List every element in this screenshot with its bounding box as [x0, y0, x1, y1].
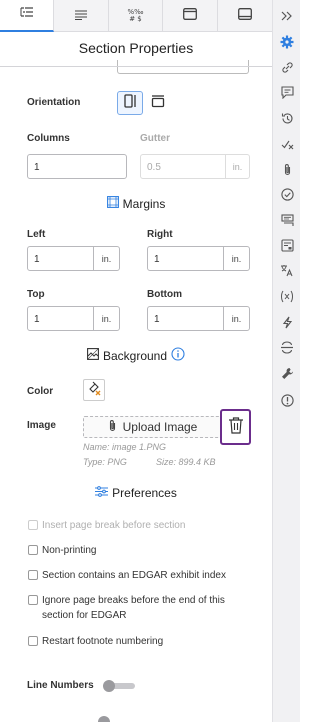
upload-image-button[interactable]: Upload Image: [83, 416, 222, 438]
collapse-chevrons-icon[interactable]: [273, 6, 301, 26]
left-margin-unit: in.: [93, 246, 120, 271]
scrolled-input-remnant: [117, 60, 249, 74]
columns-input[interactable]: 1: [27, 154, 127, 179]
tab-paragraph[interactable]: [54, 0, 109, 32]
bottom-margin-unit: in.: [223, 306, 250, 331]
bottom-margin-input[interactable]: 1: [147, 306, 224, 331]
image-file-size: Size: 899.4 KB: [156, 457, 216, 467]
top-margin-input[interactable]: 1: [27, 306, 94, 331]
upload-image-label: Upload Image: [122, 420, 198, 434]
tab-page[interactable]: [218, 0, 272, 32]
gutter-label: Gutter: [140, 133, 170, 144]
left-margin-input[interactable]: 1: [27, 246, 94, 271]
checkbox[interactable]: [28, 636, 38, 646]
line-numbers-toggle[interactable]: [103, 680, 135, 692]
image-label: Image: [27, 420, 56, 431]
number-format-icon: %‰ # $: [127, 8, 144, 23]
columns-label: Columns: [27, 133, 70, 144]
track-changes-icon[interactable]: [273, 133, 301, 153]
formula-icon[interactable]: [273, 286, 301, 306]
right-margin-unit: in.: [223, 246, 250, 271]
panel-title: Section Properties: [78, 40, 194, 56]
landscape-icon: [151, 94, 165, 113]
pref-edgar-exhibit-index-label: Section contains an EDGAR exhibit index: [42, 570, 226, 581]
bottom-margin-label: Bottom: [147, 289, 182, 300]
toggle-knob: [103, 680, 115, 692]
right-margin-input[interactable]: 1: [147, 246, 224, 271]
lightning-icon[interactable]: [273, 312, 301, 332]
paragraph-icon: [75, 7, 88, 25]
color-label: Color: [27, 386, 54, 397]
checkbox[interactable]: [28, 570, 38, 580]
orientation-label: Orientation: [27, 97, 81, 108]
pref-edgar-exhibit-index[interactable]: Section contains an EDGAR exhibit index: [28, 568, 258, 583]
image-file-type: Type: PNG: [83, 457, 127, 467]
delete-image-button[interactable]: [220, 409, 251, 445]
left-margin-label: Left: [27, 229, 46, 240]
properties-tabs: %‰ # $: [0, 0, 272, 32]
preferences-heading-text: Preferences: [112, 486, 177, 500]
pref-restart-footnote[interactable]: Restart footnote numbering: [28, 634, 258, 649]
checkbox: [28, 520, 38, 530]
checkbox[interactable]: [28, 595, 38, 605]
portrait-icon: [123, 93, 137, 113]
partial-toggle-knob: [98, 716, 110, 722]
pref-non-printing[interactable]: Non-printing: [28, 543, 258, 558]
no-color-icon: [86, 380, 102, 401]
gear-icon[interactable]: [273, 32, 301, 52]
margins-heading: Margins: [0, 196, 272, 211]
wrench-icon[interactable]: [273, 363, 301, 383]
check-circle-icon[interactable]: [273, 184, 301, 204]
page-icon: [237, 7, 252, 25]
history-icon[interactable]: [273, 108, 301, 128]
tab-outline[interactable]: [0, 0, 55, 32]
margins-heading-text: Margins: [122, 196, 166, 211]
form-icon[interactable]: [273, 235, 301, 255]
margins-icon: [106, 196, 119, 211]
paperclip-icon: [108, 419, 117, 435]
background-heading: Background: [0, 347, 272, 364]
link-icon[interactable]: [273, 57, 301, 77]
pref-insert-page-break-label: Insert page break before section: [42, 520, 186, 531]
pref-restart-footnote-label: Restart footnote numbering: [42, 636, 164, 647]
pref-insert-page-break: Insert page break before section: [28, 518, 258, 533]
section-icon: [182, 7, 197, 25]
stacked-comments-icon[interactable]: [273, 210, 301, 230]
translate-icon[interactable]: [273, 260, 301, 280]
preferences-heading: Preferences: [0, 486, 272, 500]
tab-section[interactable]: [163, 0, 218, 32]
background-heading-text: Background: [102, 348, 168, 363]
pref-ignore-page-breaks[interactable]: Ignore page breaks before the end of thi…: [28, 593, 250, 623]
top-margin-unit: in.: [93, 306, 120, 331]
checkbox[interactable]: [28, 545, 38, 555]
attachment-icon[interactable]: [273, 159, 301, 179]
title-divider: [0, 66, 272, 67]
right-tool-rail: [272, 0, 300, 722]
pref-non-printing-label: Non-printing: [42, 545, 97, 556]
preferences-icon: [95, 486, 109, 500]
top-margin-label: Top: [27, 289, 45, 300]
alert-icon[interactable]: [273, 390, 301, 410]
gutter-input: 0.5: [140, 154, 226, 179]
color-picker-button[interactable]: [83, 379, 105, 401]
mask-icon[interactable]: [273, 337, 301, 357]
line-numbers-label: Line Numbers: [27, 680, 94, 691]
gutter-unit: in.: [225, 154, 250, 179]
right-margin-label: Right: [147, 229, 173, 240]
background-icon: [87, 348, 99, 363]
section-properties-panel: %‰ # $ Section Properties Orientation Co…: [0, 0, 272, 722]
orientation-landscape-button[interactable]: [145, 91, 171, 115]
trash-icon: [228, 416, 244, 439]
comment-icon[interactable]: [273, 82, 301, 102]
tab-number-format[interactable]: %‰ # $: [109, 0, 164, 32]
orientation-portrait-button[interactable]: [117, 91, 143, 115]
outline-icon: [20, 6, 34, 24]
info-icon[interactable]: [171, 347, 185, 364]
image-file-name: Name: image 1.PNG: [83, 442, 167, 452]
pref-ignore-page-breaks-label: Ignore page breaks before the end of thi…: [42, 595, 225, 621]
